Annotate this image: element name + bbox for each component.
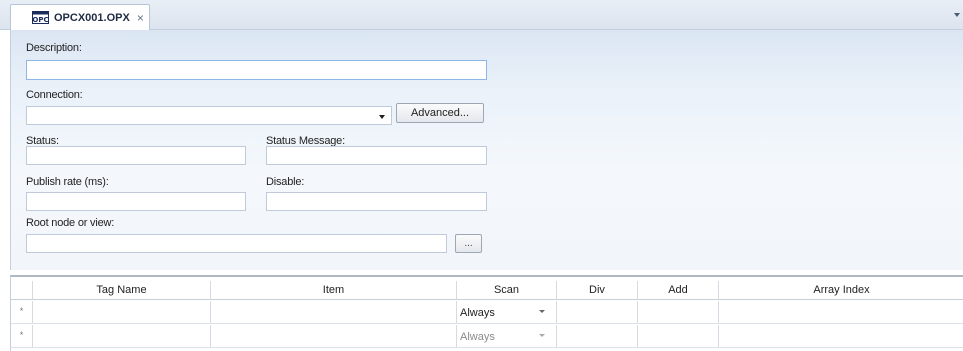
cell-div[interactable] xyxy=(557,301,638,323)
tag-grid: Tag Name Item Scan Div Add Array Index *… xyxy=(10,275,963,351)
publish-rate-field[interactable] xyxy=(26,192,246,211)
column-header-array-index[interactable]: Array Index xyxy=(719,281,963,299)
tab-close-icon[interactable]: × xyxy=(137,12,144,24)
cell-array-index[interactable] xyxy=(719,301,963,323)
status-field[interactable] xyxy=(26,146,246,165)
description-label: Description: xyxy=(26,42,82,54)
root-node-label: Root node or view: xyxy=(26,217,115,229)
cell-add[interactable] xyxy=(638,325,719,347)
column-header-item[interactable]: Item xyxy=(211,281,457,299)
root-node-field[interactable] xyxy=(26,234,447,253)
tab-opcx001[interactable]: OPC OPCX001.OPX × xyxy=(10,4,150,30)
cell-tag-name[interactable] xyxy=(33,301,211,323)
disable-label: Disable: xyxy=(266,176,305,188)
table-row[interactable]: * Always xyxy=(11,301,963,324)
grid-header: Tag Name Item Scan Div Add Array Index xyxy=(11,281,963,300)
cell-scan-dropdown[interactable]: Always xyxy=(457,325,557,347)
new-row-marker: * xyxy=(11,301,33,323)
opc-document-icon: OPC xyxy=(32,11,49,24)
column-header-scan[interactable]: Scan xyxy=(457,281,557,299)
disable-field[interactable] xyxy=(266,192,487,211)
publish-rate-label: Publish rate (ms): xyxy=(26,176,109,188)
connection-dropdown[interactable] xyxy=(26,106,392,125)
cell-div[interactable] xyxy=(557,325,638,347)
column-header-div[interactable]: Div xyxy=(557,281,638,299)
tab-title: OPCX001.OPX xyxy=(54,11,130,24)
row-header-corner xyxy=(11,281,33,299)
document-tab-strip: OPC OPCX001.OPX × xyxy=(0,0,963,30)
cell-scan-dropdown[interactable]: Always xyxy=(457,301,557,323)
cell-array-index[interactable] xyxy=(719,325,963,347)
status-message-field[interactable] xyxy=(266,146,487,165)
cell-add[interactable] xyxy=(638,301,719,323)
connection-label: Connection: xyxy=(26,89,83,101)
cell-item[interactable] xyxy=(211,301,457,323)
chevron-down-icon[interactable] xyxy=(539,334,545,337)
description-field[interactable] xyxy=(26,60,487,80)
svg-text:OPC: OPC xyxy=(32,16,48,24)
table-row[interactable]: * Always xyxy=(11,325,963,348)
chevron-down-icon[interactable] xyxy=(539,310,545,313)
opc-connection-form: Description: Connection: Advanced... Sta… xyxy=(10,30,963,270)
advanced-button[interactable]: Advanced... xyxy=(396,103,484,123)
chevron-down-icon[interactable] xyxy=(379,115,385,119)
column-header-tag-name[interactable]: Tag Name xyxy=(33,281,211,299)
browse-button[interactable]: ... xyxy=(455,234,482,253)
cell-item[interactable] xyxy=(211,325,457,347)
new-row-marker: * xyxy=(11,325,33,347)
column-header-add[interactable]: Add xyxy=(638,281,719,299)
tab-overflow-icon[interactable] xyxy=(954,13,960,17)
cell-tag-name[interactable] xyxy=(33,325,211,347)
